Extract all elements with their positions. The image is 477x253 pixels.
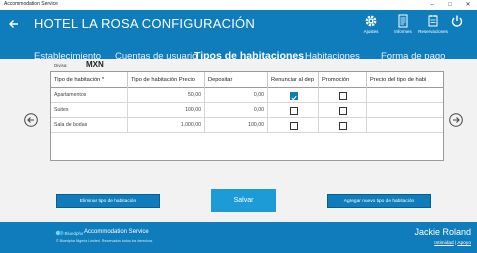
reports-label: Informes — [394, 29, 412, 34]
promotion-checkbox[interactable] — [339, 91, 347, 100]
bluedpha-logo: Bluedpha — [55, 230, 84, 236]
app-footer: Bluedpha Accommodation Service © Bluedph… — [0, 222, 477, 253]
table-header: Tipo de habitación * Tipo de habitación … — [51, 72, 443, 88]
back-arrow-icon[interactable] — [8, 18, 20, 30]
content-area: Divisa: MXN Tipo de habitación * Tipo de… — [0, 59, 477, 222]
waive-deposit-checkbox[interactable] — [290, 91, 298, 100]
power-icon — [451, 15, 463, 27]
logout-button[interactable] — [442, 14, 472, 38]
reports-button[interactable]: Informes — [388, 14, 418, 38]
currency-label: Divisa: — [54, 63, 68, 68]
promotion-checkbox[interactable] — [339, 121, 347, 130]
app-header: HOTEL LA ROSA CONFIGURACIÓN Ajustes Info… — [0, 10, 477, 62]
column-header-promotion[interactable]: Promoción — [319, 72, 367, 88]
cell-waive-deposit — [268, 103, 319, 118]
waive-deposit-checkbox[interactable] — [290, 121, 298, 130]
settings-button[interactable]: Ajustes — [356, 14, 386, 38]
previous-arrow-icon[interactable] — [24, 113, 38, 127]
promotion-checkbox[interactable] — [339, 106, 347, 115]
close-window-button[interactable]: ✕ — [461, 0, 475, 10]
column-header-deposit[interactable]: Depositar — [205, 72, 268, 88]
add-room-type-button[interactable]: Agregar nuevo tipo de habitación — [327, 194, 431, 208]
table-row[interactable]: Suites 100,00 0,00 — [51, 103, 443, 118]
document-icon — [398, 14, 408, 28]
waive-deposit-checkbox[interactable] — [290, 106, 298, 115]
room-types-table: Tipo de habitación * Tipo de habitación … — [50, 71, 444, 161]
service-name: Accommodation Service — [84, 229, 149, 235]
user-name: Jackie Roland — [414, 227, 471, 237]
cell-type-price[interactable] — [367, 88, 443, 103]
cell-promotion — [319, 88, 367, 103]
column-header-room-type[interactable]: Tipo de habitación * — [51, 72, 128, 88]
privacy-link[interactable]: Intimidad — [434, 241, 453, 246]
delete-room-type-button[interactable]: Eliminar tipo de habitación — [56, 194, 160, 208]
cell-room-type[interactable]: Apartamentos — [51, 88, 128, 103]
cell-room-type[interactable]: Sala de bodas — [51, 118, 128, 133]
currency-value: MXN — [86, 60, 104, 69]
svg-text:Bluedpha: Bluedpha — [65, 231, 84, 236]
cell-promotion — [319, 103, 367, 118]
cell-room-type[interactable]: Suites — [51, 103, 128, 118]
column-header-room-type-price[interactable]: Tipo de habitación Precio — [128, 72, 205, 88]
column-header-waive-deposit[interactable]: Renunciar al dep — [268, 72, 319, 88]
cell-price[interactable]: 50,00 — [128, 88, 205, 103]
cell-price[interactable]: 100,00 — [128, 103, 205, 118]
gear-icon — [365, 15, 377, 27]
cell-type-price[interactable] — [367, 103, 443, 118]
window-title: Accommodation Service — [4, 1, 58, 7]
table-row[interactable]: Apartamentos 50,00 0,00 — [51, 88, 443, 103]
cell-type-price[interactable] — [367, 118, 443, 133]
next-arrow-icon[interactable] — [449, 113, 463, 127]
cell-waive-deposit — [268, 88, 319, 103]
copyright-text: © Bluedpha Nigeria Limited. Reservados t… — [56, 239, 154, 243]
maximize-button[interactable]: □ — [443, 0, 457, 10]
settings-label: Ajustes — [363, 29, 379, 34]
cell-deposit[interactable]: 0,00 — [205, 103, 268, 118]
window-titlebar: Accommodation Service – □ ✕ — [0, 0, 477, 10]
cell-waive-deposit — [268, 118, 319, 133]
minimize-button[interactable]: – — [425, 0, 439, 10]
page-title: HOTEL LA ROSA CONFIGURACIÓN — [34, 16, 255, 31]
cell-promotion — [319, 118, 367, 133]
reservations-icon — [428, 15, 438, 27]
checkmark-icon — [291, 95, 297, 100]
cell-deposit[interactable]: 100,00 — [205, 118, 268, 133]
cell-price[interactable]: 1.000,00 — [128, 118, 205, 133]
save-button[interactable]: Salvar — [211, 189, 276, 212]
support-link[interactable]: Apoyo — [457, 241, 471, 246]
footer-links: Intimidad | Apoyo — [434, 241, 471, 246]
column-header-type-price[interactable]: Precio del tipo de habi — [367, 72, 443, 88]
cell-deposit[interactable]: 0,00 — [205, 88, 268, 103]
table-row[interactable]: Sala de bodas 1.000,00 100,00 — [51, 118, 443, 133]
